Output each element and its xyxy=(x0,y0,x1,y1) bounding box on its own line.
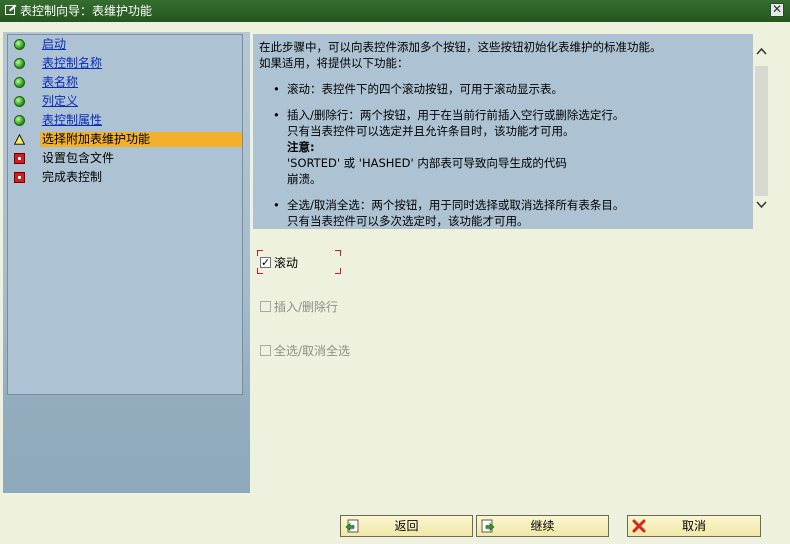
feature-list: 滚动：表控件下的四个滚动按钮，可用于滚动显示表。 插入/删除行：两个按钮，用于在… xyxy=(259,81,747,229)
feature-item-insert-delete: 插入/删除行：两个按钮，用于在当前行前插入空行或删除选定行。 只有当表控件可以选… xyxy=(273,107,747,187)
forward-arrow-icon xyxy=(481,519,495,533)
step-select-maintenance-functions: 选择附加表维护功能 xyxy=(8,131,242,148)
close-button[interactable]: ✕ xyxy=(770,3,784,17)
cancel-button[interactable]: 取消 xyxy=(627,515,761,537)
step-column-definition[interactable]: 列定义 xyxy=(8,93,242,110)
continue-button-label: 继续 xyxy=(530,519,555,533)
info-text-panel: 在此步骤中，可以向表控件添加多个按钮，这些按钮初始化表维护的标准功能。 如果适用… xyxy=(253,34,753,229)
step-label[interactable]: 表名称 xyxy=(42,75,78,90)
wizard-steps-list: 启动 表控制名称 表名称 列定义 表控制属性 选择附加表维护功能 设置包含文件 … xyxy=(7,34,243,395)
window-title: 表控制向导：表维护功能 xyxy=(20,4,153,18)
cancel-x-icon xyxy=(632,519,646,533)
step-label[interactable]: 列定义 xyxy=(42,94,78,109)
step-label[interactable]: 表控制属性 xyxy=(42,113,102,128)
feature-item-select-all: 全选/取消全选：两个按钮，用于同时选择或取消选择所有表条目。 只有当表控件可以多… xyxy=(273,197,747,229)
checkbox-label: 插入/删除行 xyxy=(274,300,339,314)
info-scrollbar[interactable] xyxy=(753,34,770,229)
back-button[interactable]: 返回 xyxy=(340,515,473,537)
insert-delete-checkbox xyxy=(260,301,271,312)
window-icon xyxy=(5,4,17,15)
feature-item-scroll: 滚动：表控件下的四个滚动按钮，可用于滚动显示表。 xyxy=(273,81,747,97)
step-start[interactable]: 启动 xyxy=(8,36,242,53)
checkmark-icon: ✓ xyxy=(261,256,271,269)
step-table-control-name[interactable]: 表控制名称 xyxy=(8,55,242,72)
green-dot-icon xyxy=(14,115,25,126)
red-square-icon xyxy=(14,172,25,183)
scroll-checkbox[interactable]: ✓ xyxy=(260,257,271,268)
green-dot-icon xyxy=(14,58,25,69)
red-square-icon xyxy=(14,153,25,164)
green-dot-icon xyxy=(14,77,25,88)
title-bar: 表控制向导：表维护功能 ✕ xyxy=(0,0,790,22)
step-label: 设置包含文件 xyxy=(42,151,115,165)
step-label[interactable]: 表控制名称 xyxy=(42,56,102,71)
step-label: 选择附加表维护功能 xyxy=(40,132,242,147)
step-label: 完成表控制 xyxy=(42,170,103,184)
select-all-checkbox xyxy=(260,345,271,356)
green-dot-icon xyxy=(14,96,25,107)
back-button-label: 返回 xyxy=(394,519,419,533)
step-table-control-attributes[interactable]: 表控制属性 xyxy=(8,112,242,129)
step-label[interactable]: 启动 xyxy=(42,37,66,52)
note-label: 注意: xyxy=(287,140,315,154)
step-set-include-files: 设置包含文件 xyxy=(8,150,242,167)
intro-line: 如果适用，将提供以下功能： xyxy=(259,56,409,70)
intro-line: 在此步骤中，可以向表控件添加多个按钮，这些按钮初始化表维护的标准功能。 xyxy=(259,40,662,54)
warning-triangle-icon xyxy=(14,134,25,145)
cancel-button-label: 取消 xyxy=(681,519,706,533)
step-table-name[interactable]: 表名称 xyxy=(8,74,242,91)
scroll-thumb[interactable] xyxy=(755,66,768,196)
scroll-up-icon[interactable] xyxy=(753,44,770,60)
checkbox-label[interactable]: 滚动 xyxy=(274,256,298,270)
step-complete-table-control: 完成表控制 xyxy=(8,169,242,186)
green-dot-icon xyxy=(14,39,25,50)
scroll-down-icon[interactable] xyxy=(753,198,770,214)
close-icon: ✕ xyxy=(771,2,783,16)
continue-button[interactable]: 继续 xyxy=(476,515,609,537)
back-arrow-icon xyxy=(345,519,359,533)
checkbox-label: 全选/取消全选 xyxy=(274,344,351,358)
